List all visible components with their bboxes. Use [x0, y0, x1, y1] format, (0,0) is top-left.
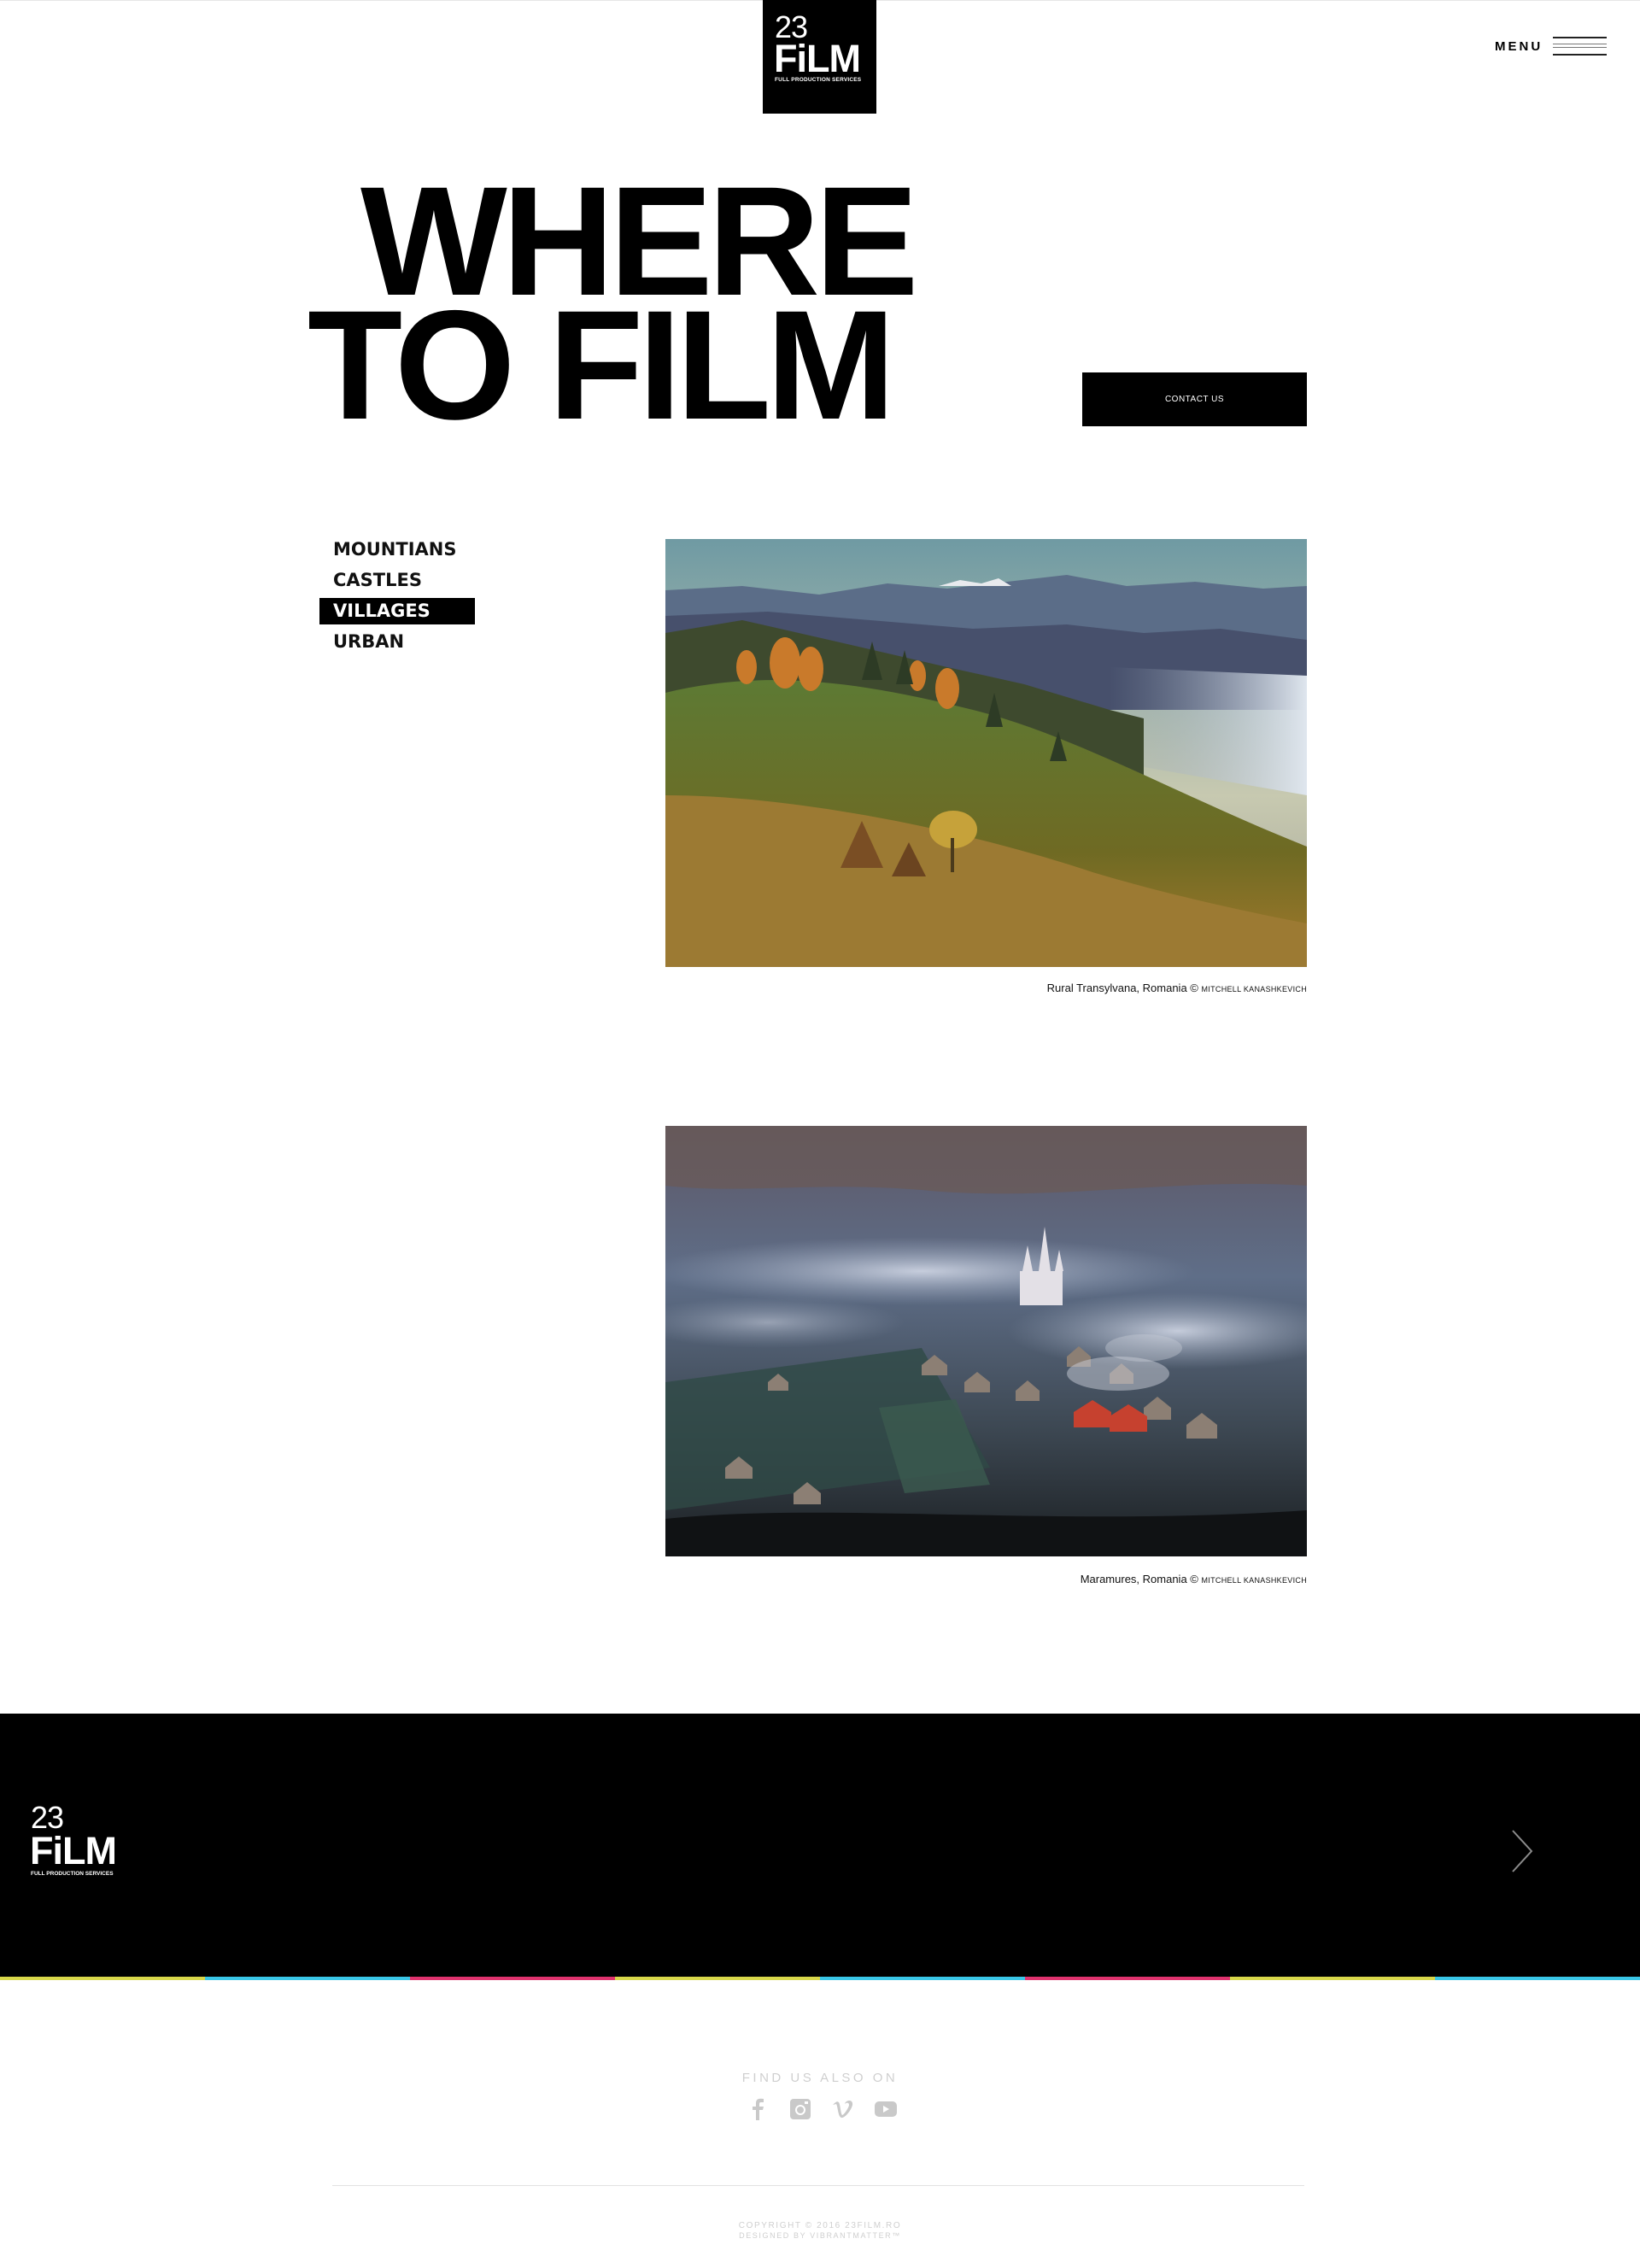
footer-logo-word: FiLM [30, 1829, 117, 1872]
color-strip-segment [820, 1977, 1025, 1980]
logo-tagline: FULL PRODUCTION SERVICES [775, 77, 862, 83]
color-strip [0, 1977, 1640, 1980]
color-strip-segment [0, 1977, 205, 1980]
cta-heading[interactable]: LET’S TALK ABOUT YOUR PROJECT. [336, 1818, 1285, 1883]
facebook-icon[interactable] [745, 2096, 770, 2122]
color-strip-segment [410, 1977, 615, 1980]
footer-divider [332, 2185, 1304, 2186]
color-strip-segment [615, 1977, 820, 1980]
photo-caption-maramures: Maramures, Romania © MITCHELL KANASHKEVI… [665, 1573, 1307, 1585]
logo-word: FiLM [774, 37, 861, 80]
page-title: WHERE TO FILM [308, 163, 918, 452]
photo-maramures[interactable] [665, 1126, 1307, 1556]
photo-caption-rural-transylvania: Rural Transylvana, Romania © MITCHELL KA… [665, 982, 1307, 994]
find-us-label: FIND US ALSO ON [741, 2071, 899, 2085]
menu-label[interactable]: MENU [1495, 39, 1543, 54]
category-item-castles[interactable]: CASTLES [319, 567, 475, 594]
photo-rural-transylvania-image [665, 539, 1307, 967]
category-item-urban[interactable]: URBAN [319, 629, 475, 655]
site-logo[interactable]: 23 FiLM FULL PRODUCTION SERVICES [763, 0, 876, 114]
photo-credit: MITCHELL KANASHKEVICH [1201, 985, 1307, 993]
photo-caption-text: Rural Transylvana, Romania © [1046, 982, 1198, 994]
photo-maramures-image [665, 1126, 1307, 1556]
photo-rural-transylvania[interactable] [665, 539, 1307, 967]
footer-logo-tagline: FULL PRODUCTION SERVICES [31, 1871, 114, 1877]
color-strip-segment [1435, 1977, 1640, 1980]
page-title-line-2: TO FILM [308, 278, 896, 452]
contact-us-button[interactable]: CONTACT US [1082, 372, 1307, 426]
color-strip-segment [1025, 1977, 1230, 1980]
instagram-icon[interactable] [788, 2096, 813, 2122]
color-strip-segment [1230, 1977, 1435, 1980]
photo-credit: MITCHELL KANASHKEVICH [1201, 1576, 1307, 1585]
photo-caption-text: Maramures, Romania © [1080, 1573, 1198, 1585]
category-item-mountians[interactable]: MOUNTIANS [319, 536, 475, 563]
color-strip-segment [205, 1977, 410, 1980]
hamburger-menu-icon[interactable] [1553, 37, 1607, 57]
chevron-right-icon[interactable] [1510, 1828, 1534, 1874]
youtube-icon[interactable] [873, 2096, 899, 2122]
vimeo-icon[interactable] [830, 2096, 856, 2122]
social-links [745, 2096, 899, 2125]
category-item-villages[interactable]: VILLAGES [319, 598, 475, 624]
designed-by-text[interactable]: DESIGNED BY VIBRANTMATTER™ [0, 2231, 1640, 2240]
